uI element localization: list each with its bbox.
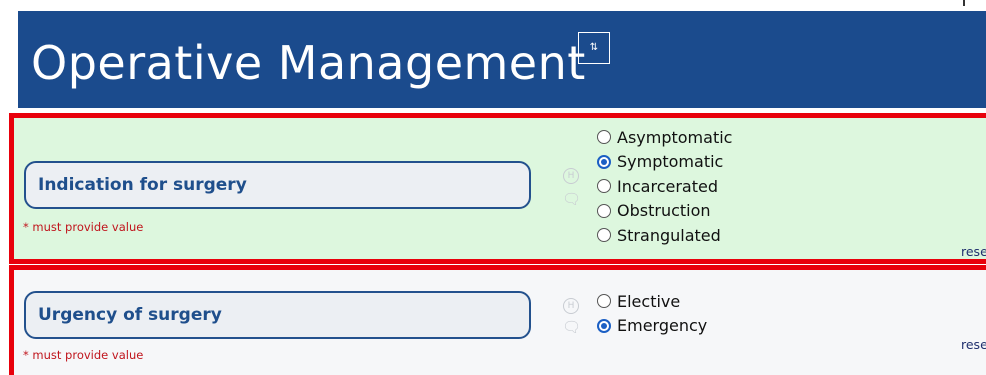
radio-label: Elective	[617, 291, 681, 311]
radio-group-urgency: Elective Emergency	[597, 289, 707, 338]
radio-label: Asymptomatic	[617, 127, 733, 147]
radio-label: Incarcerated	[617, 176, 718, 196]
radio-button[interactable]	[597, 294, 611, 309]
radio-button[interactable]	[597, 179, 611, 194]
radio-label: Emergency	[617, 316, 708, 336]
field-label-indication: Indication for surgery	[24, 161, 531, 209]
window-edge-mark	[963, 0, 965, 6]
field-embed-icon[interactable]: ⇅	[578, 32, 610, 64]
radio-label: Obstruction	[617, 201, 711, 221]
radio-button-selected[interactable]	[597, 318, 611, 333]
radio-group-indication: Asymptomatic Symptomatic Incarcerated Ob…	[597, 125, 732, 248]
radio-option-asymptomatic[interactable]: Asymptomatic	[597, 125, 732, 150]
required-message: * must provide value	[23, 348, 144, 362]
radio-label: Strangulated	[617, 225, 721, 245]
radio-option-symptomatic[interactable]: Symptomatic	[597, 150, 732, 175]
field-label-urgency: Urgency of surgery	[24, 291, 531, 339]
reset-link[interactable]: reset	[961, 244, 986, 259]
radio-option-elective[interactable]: Elective	[597, 289, 707, 314]
radio-button-selected[interactable]	[597, 154, 611, 169]
radio-option-emergency[interactable]: Emergency	[597, 314, 707, 339]
radio-option-strangulated[interactable]: Strangulated	[597, 223, 732, 248]
field-history-icon[interactable]: H	[563, 298, 579, 314]
field-comment-icon[interactable]: 🗨	[562, 318, 581, 336]
field-comment-icon[interactable]: 🗨	[562, 190, 581, 208]
reset-link[interactable]: reset	[961, 337, 986, 352]
field-urgency-of-surgery: Urgency of surgery * must provide value …	[9, 265, 986, 375]
radio-option-incarcerated[interactable]: Incarcerated	[597, 174, 732, 199]
field-history-icon[interactable]: H	[563, 168, 579, 184]
radio-label: Symptomatic	[617, 152, 724, 172]
field-indication-for-surgery: Indication for surgery * must provide va…	[9, 113, 986, 264]
page-title: Operative Management	[31, 36, 586, 90]
radio-button[interactable]	[597, 203, 611, 218]
page-header: Operative Management ⇅	[18, 11, 986, 108]
radio-button[interactable]	[597, 130, 611, 145]
required-message: * must provide value	[23, 220, 144, 234]
radio-option-obstruction[interactable]: Obstruction	[597, 199, 732, 224]
radio-button[interactable]	[597, 228, 611, 243]
